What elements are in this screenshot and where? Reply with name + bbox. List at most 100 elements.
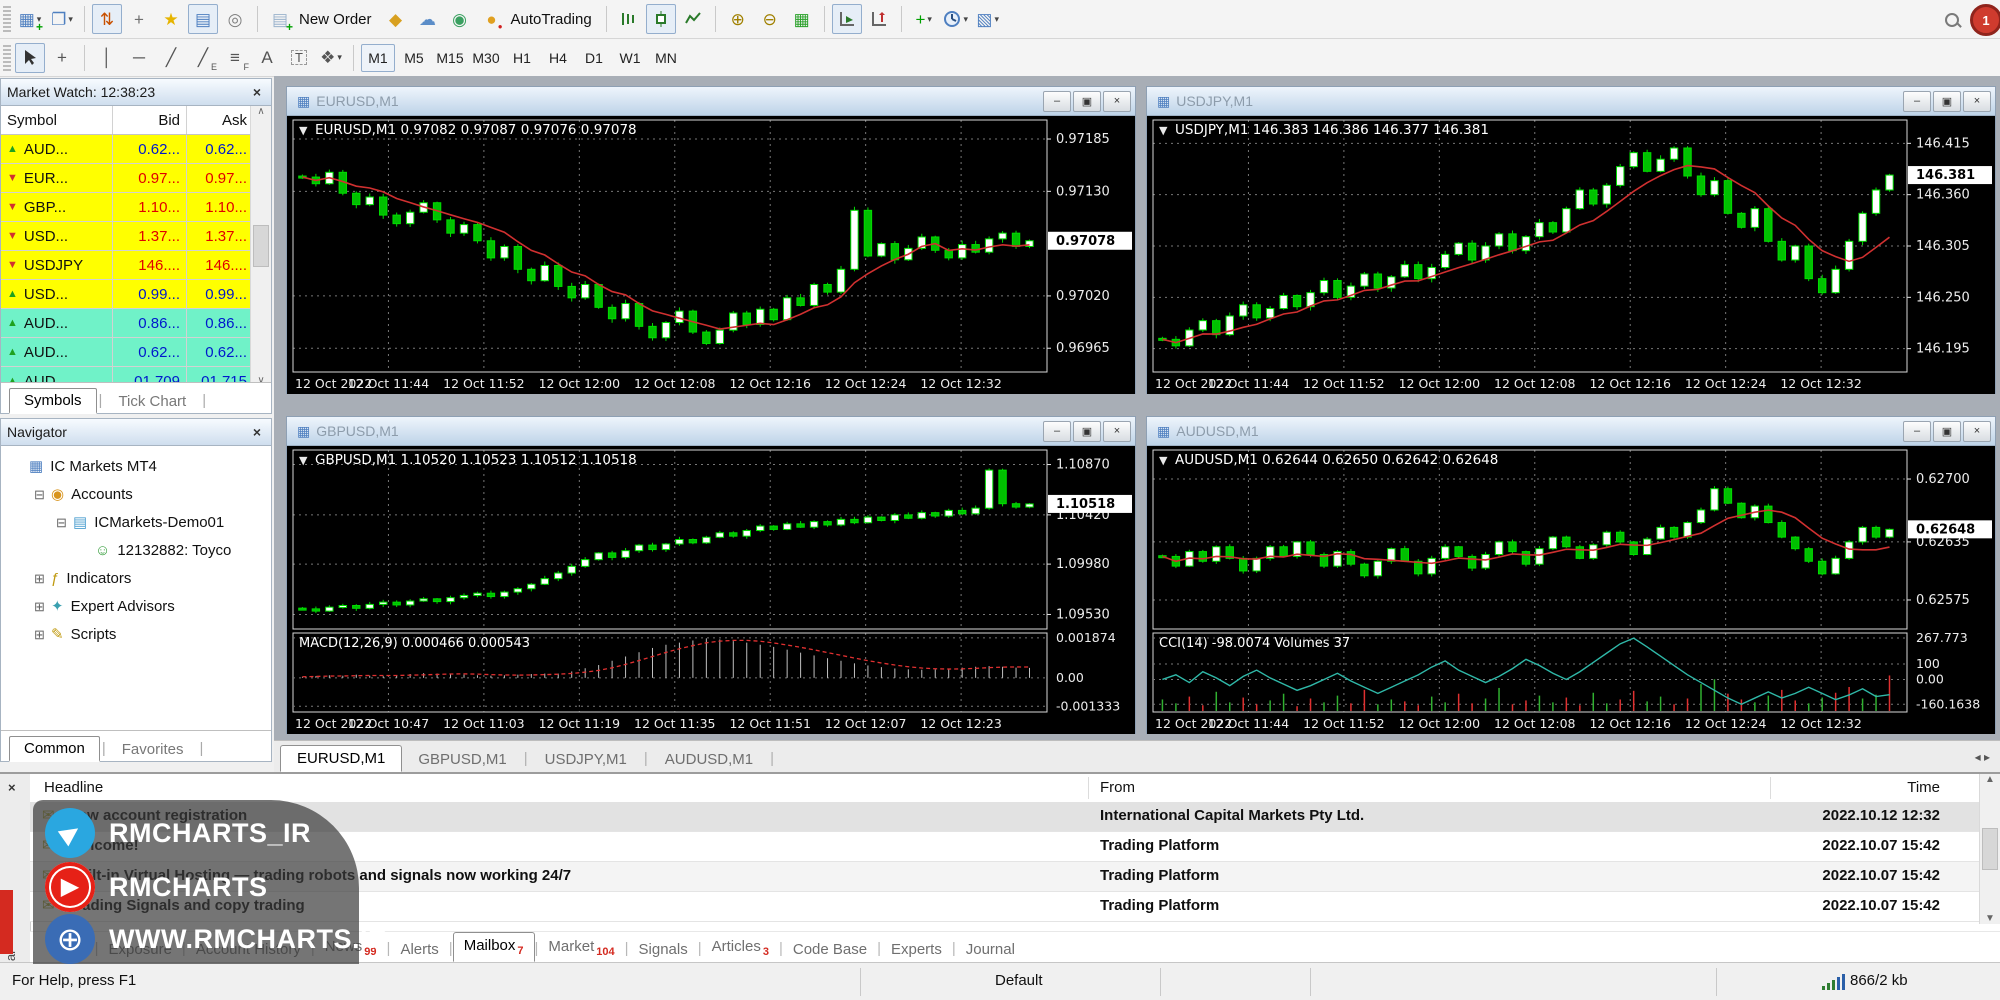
timeframe-m15-button[interactable]: M15 bbox=[433, 44, 467, 72]
market-watch-row[interactable]: ▲AUD...0.62...0.62... bbox=[1, 338, 271, 367]
terminal-column-headline[interactable]: Headline bbox=[44, 779, 103, 796]
chart-window-titlebar[interactable]: ▦AUDUSD,M1–▣× bbox=[1147, 417, 1995, 446]
auto-scroll-button[interactable] bbox=[832, 4, 862, 34]
timeframe-m5-button[interactable]: M5 bbox=[397, 44, 431, 72]
market-watch-row[interactable]: ▼USDJPY146....146.... bbox=[1, 251, 271, 280]
tab-common[interactable]: Common bbox=[9, 736, 100, 762]
tree-expander-icon[interactable]: ⊞ bbox=[33, 628, 46, 641]
terminal-column-from[interactable]: From bbox=[1100, 779, 1135, 796]
notification-badge[interactable]: 1 bbox=[1970, 4, 2000, 36]
signals-broadcast-button[interactable]: ◉ bbox=[445, 4, 475, 34]
chart-window-titlebar[interactable]: ▦USDJPY,M1–▣× bbox=[1147, 87, 1995, 116]
search-icon[interactable] bbox=[1945, 13, 1960, 28]
tree-expander-icon[interactable]: ⊞ bbox=[33, 572, 46, 585]
new-order-button[interactable]: ▤+ bbox=[265, 4, 295, 34]
timeframe-d1-button[interactable]: D1 bbox=[577, 44, 611, 72]
terminal-tab-articles[interactable]: Articles3 bbox=[702, 934, 779, 962]
restore-button[interactable]: ▣ bbox=[1073, 421, 1101, 442]
terminal-tab-exposure[interactable]: Exposure bbox=[99, 937, 182, 962]
tab-scroll-arrows[interactable]: ◂ ▸ bbox=[1975, 750, 1990, 764]
tab-tick-chart[interactable]: Tick Chart bbox=[104, 390, 200, 413]
close-button[interactable]: × bbox=[1963, 91, 1991, 112]
templates-button[interactable]: ▧▾ bbox=[973, 4, 1003, 34]
mailbox-row[interactable]: ✉Trading Signals and copy tradingTrading… bbox=[30, 892, 1980, 922]
chart-line-button[interactable] bbox=[678, 4, 708, 34]
navigator-item-expert-advisors[interactable]: ⊞✦Expert Advisors bbox=[1, 592, 271, 620]
mailbox-row[interactable]: ✉Built-in Virtual Hosting — trading robo… bbox=[30, 862, 1980, 892]
minimize-button[interactable]: – bbox=[1903, 91, 1931, 112]
restore-button[interactable]: ▣ bbox=[1933, 91, 1961, 112]
fibonacci-retracement-button[interactable]: ≡F bbox=[220, 43, 250, 73]
tab-symbols[interactable]: Symbols bbox=[9, 388, 97, 414]
terminal-tab-market[interactable]: Market104 bbox=[538, 934, 624, 962]
chart-tab-eurusd-m1[interactable]: EURUSD,M1 bbox=[280, 745, 402, 772]
column-bid[interactable]: Bid bbox=[113, 106, 187, 134]
metaquotes-cloud-button[interactable]: ☁ bbox=[413, 4, 443, 34]
timeframe-mn-button[interactable]: MN bbox=[649, 44, 683, 72]
timeframe-h1-button[interactable]: H1 bbox=[505, 44, 539, 72]
indicators-list-button[interactable]: +▾ bbox=[909, 4, 939, 34]
market-watch-row[interactable]: ▼EUR...0.97...0.97... bbox=[1, 164, 271, 193]
navigator-item-scripts[interactable]: ⊞✎Scripts bbox=[1, 620, 271, 648]
navigator-item-accounts[interactable]: ⊟◉Accounts bbox=[1, 480, 271, 508]
chart-tab-usdjpy-m1[interactable]: USDJPY,M1 bbox=[529, 747, 643, 772]
timeframe-w1-button[interactable]: W1 bbox=[613, 44, 647, 72]
terminal-tab-alerts[interactable]: Alerts bbox=[390, 937, 448, 962]
close-icon[interactable]: × bbox=[249, 424, 265, 440]
close-icon[interactable]: × bbox=[8, 780, 16, 795]
chart-tab-gbpusd-m1[interactable]: GBPUSD,M1 bbox=[402, 747, 522, 772]
column-symbol[interactable]: Symbol bbox=[1, 106, 113, 134]
market-watch-row[interactable]: ▲AUD...0.86...0.86... bbox=[1, 309, 271, 338]
close-button[interactable]: × bbox=[1103, 421, 1131, 442]
close-button[interactable]: × bbox=[1963, 421, 1991, 442]
mailbox-row[interactable]: ✉Welcome!Trading Platform2022.10.07 15:4… bbox=[30, 832, 1980, 862]
market-watch-row[interactable]: ▼GBP...1.10...1.10... bbox=[1, 193, 271, 222]
market-watch-row[interactable]: ▲USD...0.99...0.99... bbox=[1, 280, 271, 309]
crosshair-button[interactable]: + bbox=[47, 43, 77, 73]
chart-canvas-usdjpy-m1[interactable]: 146.415146.360146.305146.250146.195▼USDJ… bbox=[1147, 116, 1995, 394]
chart-bars-button[interactable] bbox=[614, 4, 644, 34]
tile-windows-button[interactable]: ▦ bbox=[787, 4, 817, 34]
tab-favorites[interactable]: Favorites bbox=[108, 738, 198, 761]
navigator-item-ic-markets-mt4[interactable]: ▦IC Markets MT4 bbox=[1, 452, 271, 480]
terminal-tab-mailbox[interactable]: Mailbox7 bbox=[453, 932, 535, 962]
terminal-tab-experts[interactable]: Experts bbox=[881, 937, 952, 962]
autotrading-button[interactable]: ●● bbox=[477, 4, 507, 34]
navigator-item-12132882-toyco[interactable]: ☺12132882: Toyco bbox=[1, 536, 271, 564]
metaeditor-button[interactable]: ◆ bbox=[381, 4, 411, 34]
tree-expander-icon[interactable]: ⊞ bbox=[33, 600, 46, 613]
chart-canvas-audusd-m1[interactable]: 0.627000.626350.62575▼AUDUSD,M1 0.62644 … bbox=[1147, 446, 1995, 734]
market-watch-row[interactable]: ▼USD...1.37...1.37... bbox=[1, 222, 271, 251]
terminal-column-time[interactable]: Time bbox=[1907, 779, 1940, 796]
timeframe-m30-button[interactable]: M30 bbox=[469, 44, 503, 72]
terminal-tab-news[interactable]: News99 bbox=[315, 934, 387, 962]
strategy-tester-button[interactable]: ◎ bbox=[220, 4, 250, 34]
restore-button[interactable]: ▣ bbox=[1933, 421, 1961, 442]
data-window-button[interactable]: + bbox=[124, 4, 154, 34]
terminal-tab-account-history[interactable]: Account History bbox=[186, 937, 311, 962]
chart-canvas-eurusd-m1[interactable]: 0.971850.971300.970200.96965▼EURUSD,M1 0… bbox=[287, 116, 1135, 394]
navigator-item-icmarkets-demo01[interactable]: ⊟▤ICMarkets-Demo01 bbox=[1, 508, 271, 536]
column-ask[interactable]: Ask bbox=[187, 106, 253, 134]
market-watch-toggle-button[interactable]: ⇅ bbox=[92, 4, 122, 34]
equidistant-channel-button[interactable]: ╱E bbox=[188, 43, 218, 73]
close-icon[interactable]: × bbox=[249, 84, 265, 100]
terminal-scrollbar[interactable]: ▲▼ bbox=[1979, 774, 2000, 924]
navigator-item-indicators[interactable]: ⊞ƒIndicators bbox=[1, 564, 271, 592]
mailbox-row[interactable]: ✉New account registrationInternational C… bbox=[30, 802, 1980, 832]
timeframe-m1-button[interactable]: M1 bbox=[361, 44, 395, 72]
tree-expander-icon[interactable]: ⊟ bbox=[55, 516, 68, 529]
terminal-tab-trade[interactable]: Trade bbox=[36, 937, 95, 962]
terminal-tab-signals[interactable]: Signals bbox=[629, 937, 698, 962]
timeframe-h4-button[interactable]: H4 bbox=[541, 44, 575, 72]
market-watch-row[interactable]: ▲AUD...0.62...0.62... bbox=[1, 135, 271, 164]
cursor-button[interactable] bbox=[15, 43, 45, 73]
chart-shift-button[interactable] bbox=[864, 4, 894, 34]
tree-expander-icon[interactable]: ⊟ bbox=[33, 488, 46, 501]
new-chart-button[interactable]: ▦+▾ bbox=[15, 4, 45, 34]
text-box-button[interactable]: T bbox=[284, 43, 314, 73]
restore-button[interactable]: ▣ bbox=[1073, 91, 1101, 112]
market-watch-scrollbar[interactable]: ∧∨ bbox=[250, 106, 271, 386]
status-profile[interactable]: Default bbox=[995, 972, 1043, 989]
chart-candlesticks-button[interactable] bbox=[646, 4, 676, 34]
